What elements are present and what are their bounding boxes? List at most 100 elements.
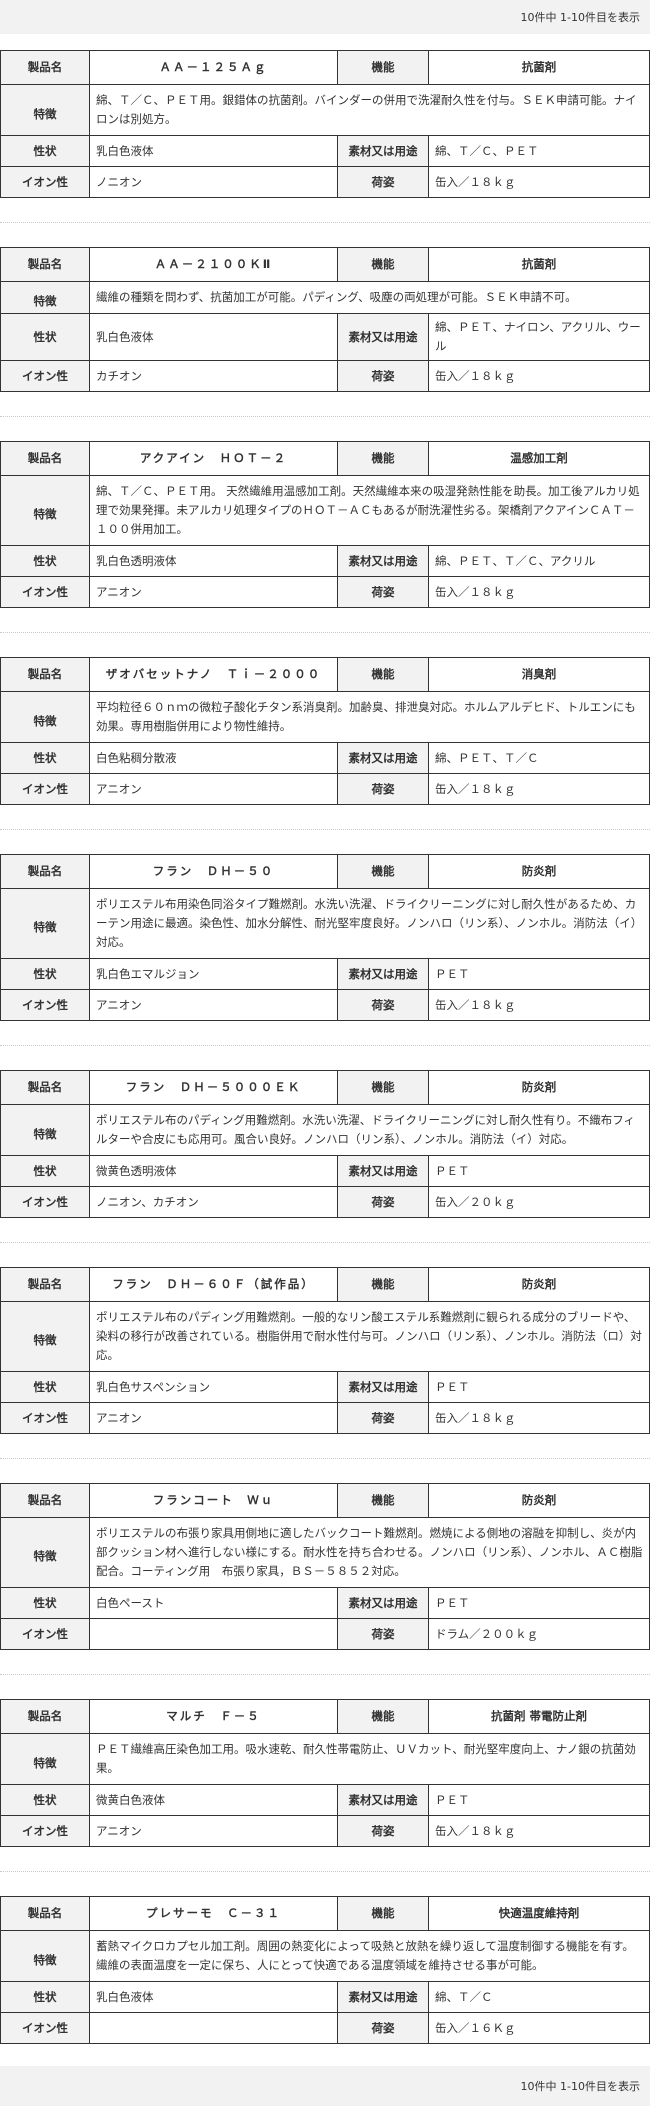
product-function: 抗菌剤 帯電防止剤 bbox=[428, 1699, 650, 1734]
product-spec-table: 製品名 フランコート Ｗｕ 機能 防炎剤 特徴 ポリエステルの布張り家具用側地に適したバッ… bbox=[0, 1483, 650, 1650]
product-package: 缶入／１８ｋｇ bbox=[428, 576, 650, 608]
product-ion bbox=[89, 2012, 338, 2044]
product-material: 綿、ＰＥＴ、Ｔ／Ｃ、アクリル bbox=[428, 545, 650, 577]
label-material: 素材又は用途 bbox=[337, 742, 429, 774]
product-ion: ノニオン bbox=[89, 166, 338, 198]
product-ion: ノニオン、カチオン bbox=[89, 1186, 338, 1218]
pager-bottom: 10件中 1-10件目を表示 bbox=[0, 2066, 650, 2106]
label-feature: 特徴 bbox=[0, 888, 90, 959]
label-name: 製品名 bbox=[0, 1896, 90, 1931]
label-ion: イオン性 bbox=[0, 1815, 90, 1847]
label-package: 荷姿 bbox=[337, 1815, 429, 1847]
product-material: ＰＥＴ bbox=[428, 1587, 650, 1619]
product-feature: 綿、Ｔ／Ｃ、ＰＥＴ用。 天然繊維用温感加工剤。天然繊維本来の吸湿発熱性能を助長。… bbox=[89, 475, 650, 546]
product-card: 製品名 ＡＡ－１２５Ａｇ 機能 抗菌剤 特徴 綿、Ｔ／Ｃ、ＰＥＴ用。銀錯体の抗菌剤。バイン… bbox=[0, 50, 650, 198]
label-property: 性状 bbox=[0, 1371, 90, 1403]
label-property: 性状 bbox=[0, 1587, 90, 1619]
product-list: 製品名 ＡＡ－１２５Ａｇ 機能 抗菌剤 特徴 綿、Ｔ／Ｃ、ＰＥＴ用。銀錯体の抗菌剤。バイン… bbox=[0, 50, 650, 2044]
label-func: 機能 bbox=[337, 1896, 429, 1931]
pager-text: 10件中 1-10件目を表示 bbox=[520, 11, 640, 24]
label-ion: イオン性 bbox=[0, 989, 90, 1021]
product-card: 製品名 フラン ＤＨ－５０ 機能 防炎剤 特徴 ポリエステル布用染色同浴タイプ難燃剤。水洗… bbox=[0, 854, 650, 1021]
label-material: 素材又は用途 bbox=[337, 1784, 429, 1816]
product-name: ＡＡ－２１００ＫⅡ bbox=[89, 247, 338, 282]
product-package: 缶入／１８ｋｇ bbox=[428, 989, 650, 1021]
product-function: 抗菌剤 bbox=[428, 247, 650, 282]
label-name: 製品名 bbox=[0, 657, 90, 692]
product-package: 缶入／１８ｋｇ bbox=[428, 360, 650, 392]
product-feature: 綿、Ｔ／Ｃ、ＰＥＴ用。銀錯体の抗菌剤。バインダーの併用で洗濯耐久性を付与。ＳＥＫ… bbox=[89, 84, 650, 136]
label-property: 性状 bbox=[0, 1155, 90, 1187]
label-package: 荷姿 bbox=[337, 360, 429, 392]
product-function: 抗菌剤 bbox=[428, 50, 650, 85]
label-name: 製品名 bbox=[0, 1267, 90, 1302]
product-separator bbox=[0, 1871, 650, 1872]
product-feature: ポリエステル布のパディング用難燃剤。一般的なリン酸エステル系難燃剤に観られる成分… bbox=[89, 1301, 650, 1372]
product-property: 微黄色透明液体 bbox=[89, 1155, 338, 1187]
label-func: 機能 bbox=[337, 441, 429, 476]
label-name: 製品名 bbox=[0, 1699, 90, 1734]
label-material: 素材又は用途 bbox=[337, 313, 429, 361]
product-card: 製品名 フラン ＤＨ－６０Ｆ（試作品） 機能 防炎剤 特徴 ポリエステル布のパディング用難… bbox=[0, 1267, 650, 1434]
product-function: 防炎剤 bbox=[428, 1483, 650, 1518]
label-feature: 特徴 bbox=[0, 281, 90, 314]
product-spec-table: 製品名 ＡＡ－１２５Ａｇ 機能 抗菌剤 特徴 綿、Ｔ／Ｃ、ＰＥＴ用。銀錯体の抗菌剤。バイン… bbox=[0, 50, 650, 198]
product-feature: ＰＥＴ繊維高圧染色加工用。吸水速乾、耐久性帯電防止、ＵＶカット、耐光堅牢度向上、… bbox=[89, 1733, 650, 1785]
product-ion bbox=[89, 1618, 338, 1650]
label-package: 荷姿 bbox=[337, 1618, 429, 1650]
product-card: 製品名 フランコート Ｗｕ 機能 防炎剤 特徴 ポリエステルの布張り家具用側地に適したバッ… bbox=[0, 1483, 650, 1650]
product-card: 製品名 アクアイン ＨＯＴ－２ 機能 温感加工剤 特徴 綿、Ｔ／Ｃ、ＰＥＴ用。 天然繊維用… bbox=[0, 441, 650, 608]
label-package: 荷姿 bbox=[337, 1186, 429, 1218]
product-function: 消臭剤 bbox=[428, 657, 650, 692]
product-separator bbox=[0, 1458, 650, 1459]
product-spec-table: 製品名 フラン ＤＨ－５０００ＥＫ 機能 防炎剤 特徴 ポリエステル布のパディング用難燃剤… bbox=[0, 1070, 650, 1218]
product-separator bbox=[0, 416, 650, 417]
product-package: 缶入／１８ｋｇ bbox=[428, 773, 650, 805]
label-material: 素材又は用途 bbox=[337, 545, 429, 577]
label-ion: イオン性 bbox=[0, 1402, 90, 1434]
product-separator bbox=[0, 829, 650, 830]
product-ion: アニオン bbox=[89, 989, 338, 1021]
product-package: ドラム／２００ｋｇ bbox=[428, 1618, 650, 1650]
label-name: 製品名 bbox=[0, 441, 90, 476]
product-name: プレサーモ Ｃ－３１ bbox=[89, 1896, 338, 1931]
product-name: ザオバセットナノ Ｔｉ－２０００ bbox=[89, 657, 338, 692]
product-card: 製品名 マルチ Ｆ－５ 機能 抗菌剤 帯電防止剤 特徴 ＰＥＴ繊維高圧染色加工用。吸水速乾… bbox=[0, 1699, 650, 1847]
product-name: ＡＡ－１２５Ａｇ bbox=[89, 50, 338, 85]
label-feature: 特徴 bbox=[0, 1301, 90, 1372]
label-ion: イオン性 bbox=[0, 1186, 90, 1218]
label-material: 素材又は用途 bbox=[337, 135, 429, 167]
product-separator bbox=[0, 222, 650, 223]
label-ion: イオン性 bbox=[0, 576, 90, 608]
product-spec-table: 製品名 フラン ＤＨ－５０ 機能 防炎剤 特徴 ポリエステル布用染色同浴タイプ難燃剤。水洗… bbox=[0, 854, 650, 1021]
label-feature: 特徴 bbox=[0, 475, 90, 546]
product-property: 乳白色エマルジョン bbox=[89, 958, 338, 990]
label-material: 素材又は用途 bbox=[337, 1155, 429, 1187]
product-ion: アニオン bbox=[89, 773, 338, 805]
product-feature: 平均粒径６０ｎｍの微粒子酸化チタン系消臭剤。加齢臭、排泄臭対応。ホルムアルデヒド… bbox=[89, 691, 650, 743]
product-spec-table: 製品名 ＡＡ－２１００ＫⅡ 機能 抗菌剤 特徴 繊維の種類を問わず、抗菌加工が可能。パディ… bbox=[0, 247, 650, 392]
product-package: 缶入／１８ｋｇ bbox=[428, 1815, 650, 1847]
product-material: ＰＥＴ bbox=[428, 1155, 650, 1187]
label-ion: イオン性 bbox=[0, 2012, 90, 2044]
product-separator bbox=[0, 1242, 650, 1243]
product-card: 製品名 ＡＡ－２１００ＫⅡ 機能 抗菌剤 特徴 繊維の種類を問わず、抗菌加工が可能。パディ… bbox=[0, 247, 650, 392]
product-spec-table: 製品名 フラン ＤＨ－６０Ｆ（試作品） 機能 防炎剤 特徴 ポリエステル布のパディング用難… bbox=[0, 1267, 650, 1434]
product-name: マルチ Ｆ－５ bbox=[89, 1699, 338, 1734]
product-function: 防炎剤 bbox=[428, 1070, 650, 1105]
product-feature: ポリエステル布のパディング用難燃剤。水洗い洗濯、ドライクリーニングに対し耐久性有… bbox=[89, 1104, 650, 1156]
product-feature: 繊維の種類を問わず、抗菌加工が可能。パディング、吸塵の両処理が可能。ＳＥＫ申請不… bbox=[89, 281, 650, 314]
product-separator bbox=[0, 1045, 650, 1046]
product-name: フラン ＤＨ－５０００ＥＫ bbox=[89, 1070, 338, 1105]
product-material: 綿、Ｔ／Ｃ、ＰＥＴ bbox=[428, 135, 650, 167]
product-name: フランコート Ｗｕ bbox=[89, 1483, 338, 1518]
label-package: 荷姿 bbox=[337, 2012, 429, 2044]
product-name: フラン ＤＨ－５０ bbox=[89, 854, 338, 889]
label-feature: 特徴 bbox=[0, 84, 90, 136]
label-feature: 特徴 bbox=[0, 1104, 90, 1156]
product-card: 製品名 フラン ＤＨ－５０００ＥＫ 機能 防炎剤 特徴 ポリエステル布のパディング用難燃剤… bbox=[0, 1070, 650, 1218]
label-ion: イオン性 bbox=[0, 166, 90, 198]
product-property: 乳白色液体 bbox=[89, 135, 338, 167]
product-property: 乳白色液体 bbox=[89, 1981, 338, 2013]
product-ion: カチオン bbox=[89, 360, 338, 392]
